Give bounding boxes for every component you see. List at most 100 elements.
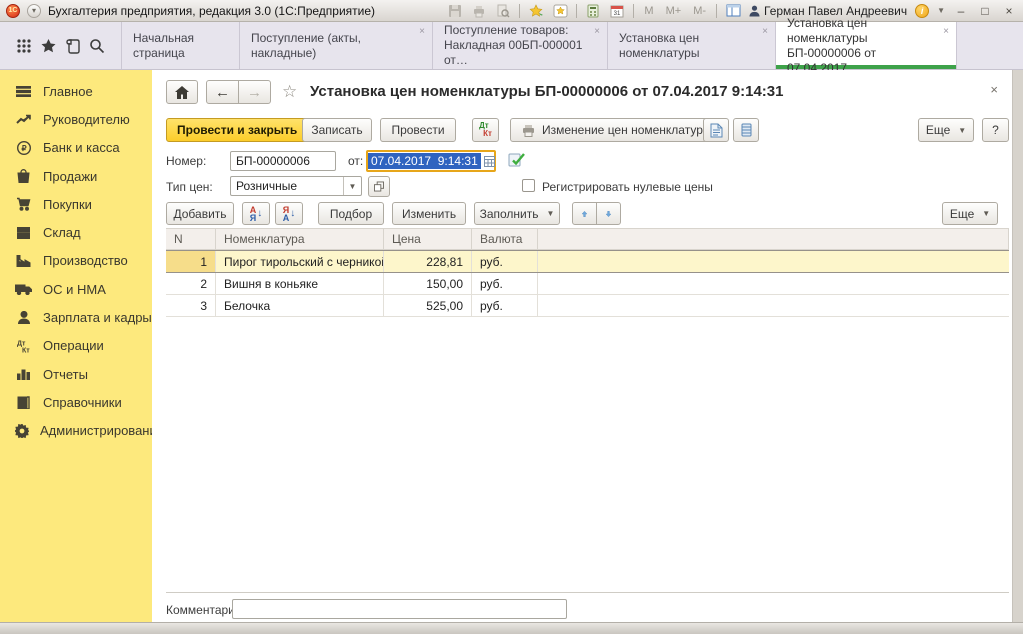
minimize-button[interactable]: – xyxy=(953,4,969,18)
posted-status-icon xyxy=(508,152,525,167)
calendar-icon[interactable]: 31 xyxy=(609,3,625,19)
back-button[interactable]: ← xyxy=(206,80,239,104)
search-icon[interactable] xyxy=(89,38,105,54)
price-type-select[interactable]: Розничные ▼ xyxy=(230,176,362,196)
fill-button[interactable]: Заполнить▼ xyxy=(474,202,560,225)
sidebar-item-sales[interactable]: Продажи xyxy=(0,162,152,190)
close-icon[interactable]: × xyxy=(762,27,768,37)
favorites-list-icon[interactable] xyxy=(552,3,568,19)
change-prices-print-button[interactable]: Изменение цен номенклатуры xyxy=(510,118,723,142)
sidebar-item-fixed-assets[interactable]: ОС и НМА xyxy=(0,275,152,303)
post-and-close-button[interactable]: Провести и закрыть xyxy=(166,118,308,142)
document-register-button[interactable] xyxy=(733,118,759,142)
close-icon[interactable]: × xyxy=(594,27,600,37)
sort-desc-icon: ЯА↓ xyxy=(283,206,296,222)
sidebar-item-operations[interactable]: ДтКт Операции xyxy=(0,332,152,360)
number-label: Номер: xyxy=(166,154,206,168)
truck-icon xyxy=(15,283,32,295)
move-row-down-button[interactable] xyxy=(596,202,621,225)
table-more-button[interactable]: Еще▼ xyxy=(942,202,998,225)
tab-bar: Начальная страница Поступление (акты, на… xyxy=(0,22,1023,70)
preview-icon[interactable] xyxy=(495,3,511,19)
close-window-button[interactable]: × xyxy=(1001,4,1017,18)
post-button[interactable]: Провести xyxy=(380,118,456,142)
open-link-icon xyxy=(374,181,384,192)
calculator-icon[interactable] xyxy=(585,3,601,19)
tab-price-setting-document[interactable]: Установка цен номенклатуры БП-00000006 о… xyxy=(776,22,957,69)
system-menu-button[interactable]: ▾ xyxy=(27,4,41,18)
sort-descending-button[interactable]: ЯА↓ xyxy=(275,202,303,225)
chevron-down-icon: ▼ xyxy=(982,209,990,218)
form-more-button[interactable]: Еще▼ xyxy=(918,118,974,142)
chevron-down-icon[interactable]: ▼ xyxy=(937,6,945,15)
debit-credit-icon: ДтКт xyxy=(15,339,32,353)
memory-minus-button[interactable]: M- xyxy=(691,5,708,17)
sidebar-item-main[interactable]: Главное xyxy=(0,77,152,105)
arrow-down-icon xyxy=(606,208,611,220)
date-input[interactable]: 07.04.2017 9:14:31 xyxy=(366,150,496,172)
col-header-price[interactable]: Цена xyxy=(384,229,472,249)
number-input[interactable]: БП-00000006 xyxy=(230,151,336,171)
shopping-bag-icon xyxy=(15,169,32,183)
sidebar-item-reports[interactable]: Отчеты xyxy=(0,360,152,388)
selected-date-text: 07.04.2017 9:14:31 xyxy=(368,153,481,169)
help-button[interactable]: ? xyxy=(982,118,1009,142)
close-icon[interactable]: × xyxy=(419,27,425,37)
memory-recall-button[interactable]: M xyxy=(642,5,655,17)
svg-text:Дт: Дт xyxy=(17,340,26,347)
tab-price-setting-list[interactable]: Установка цен номенклатуры × xyxy=(608,22,776,69)
register-zero-prices-checkbox[interactable] xyxy=(522,179,535,192)
move-row-up-button[interactable] xyxy=(572,202,597,225)
document-form: ← → ☆ Установка цен номенклатуры БП-0000… xyxy=(152,70,1013,622)
split-window-icon[interactable] xyxy=(725,3,741,19)
add-row-button[interactable]: Добавить xyxy=(166,202,234,225)
save-icon[interactable] xyxy=(447,3,463,19)
menu-icon xyxy=(15,86,32,97)
history-icon[interactable] xyxy=(66,38,81,54)
close-icon[interactable]: × xyxy=(943,27,949,37)
sidebar-item-bank-cash[interactable]: ₽ Банк и касса xyxy=(0,134,152,162)
maximize-button[interactable]: □ xyxy=(977,4,993,18)
table-row[interactable]: 1 Пирог тирольский с черникой 228,81 руб… xyxy=(166,250,1009,273)
show-postings-button[interactable]: ДтКт xyxy=(472,118,499,142)
svg-text:31: 31 xyxy=(614,11,621,17)
save-button[interactable]: Записать xyxy=(302,118,372,142)
col-header-currency[interactable]: Валюта xyxy=(472,229,538,249)
add-favorite-icon[interactable] xyxy=(528,3,544,19)
memory-plus-button[interactable]: M+ xyxy=(664,5,684,17)
book-icon xyxy=(15,396,32,409)
open-price-type-button[interactable] xyxy=(368,176,390,197)
comment-input[interactable] xyxy=(232,599,567,619)
favorites-icon[interactable] xyxy=(40,38,57,54)
attached-files-button[interactable] xyxy=(703,118,729,142)
tab-receipts[interactable]: Поступление (акты, накладные) × xyxy=(240,22,433,69)
calendar-picker-icon[interactable] xyxy=(484,156,495,167)
user-icon xyxy=(749,5,760,17)
home-button[interactable] xyxy=(166,80,198,104)
sidebar-item-production[interactable]: Производство xyxy=(0,247,152,275)
tab-home[interactable]: Начальная страница xyxy=(122,22,240,69)
print-icon[interactable] xyxy=(471,3,487,19)
forward-button[interactable]: → xyxy=(238,80,271,104)
pick-button[interactable]: Подбор xyxy=(318,202,384,225)
svg-text:Кт: Кт xyxy=(22,347,30,353)
sidebar-item-warehouse[interactable]: Склад xyxy=(0,218,152,246)
chevron-down-icon[interactable]: ▼ xyxy=(343,177,361,195)
table-row[interactable]: 2 Вишня в коньяке 150,00 руб. xyxy=(166,273,1009,295)
edit-button[interactable]: Изменить xyxy=(392,202,466,225)
sidebar-item-purchases[interactable]: Покупки xyxy=(0,190,152,218)
sidebar-item-administration[interactable]: Администрирование xyxy=(0,417,152,445)
favorite-star-icon[interactable]: ☆ xyxy=(282,82,297,102)
table-row[interactable]: 3 Белочка 525,00 руб. xyxy=(166,295,1009,317)
sidebar-item-payroll-hr[interactable]: Зарплата и кадры xyxy=(0,303,152,331)
col-header-n[interactable]: N xyxy=(166,229,216,249)
sort-ascending-button[interactable]: АЯ↓ xyxy=(242,202,270,225)
close-form-button[interactable]: × xyxy=(990,82,998,97)
tab-goods-receipt[interactable]: Поступление товаров: Накладная 00БП-0000… xyxy=(433,22,608,69)
trend-chart-icon xyxy=(15,114,32,125)
col-header-nomenclature[interactable]: Номенклатура xyxy=(216,229,384,249)
home-icon xyxy=(175,86,189,99)
sidebar-item-manager[interactable]: Руководителю xyxy=(0,105,152,133)
main-menu-icon[interactable] xyxy=(16,38,32,54)
sidebar-item-directories[interactable]: Справочники xyxy=(0,388,152,416)
